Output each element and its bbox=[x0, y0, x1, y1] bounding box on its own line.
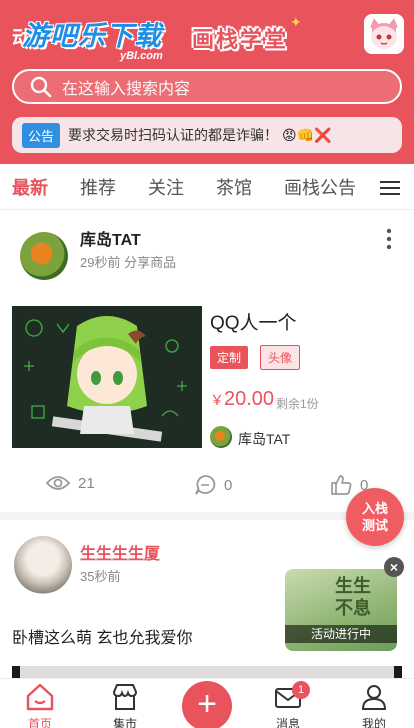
nav-mine[interactable]: 我的 bbox=[344, 679, 404, 728]
menu-icon[interactable] bbox=[380, 180, 400, 196]
tab-announcements[interactable]: 画栈公告 bbox=[284, 174, 356, 200]
brand-logo: 画栈学堂 bbox=[192, 27, 289, 52]
stock-remaining: 剩余1份 bbox=[276, 397, 319, 411]
comments-stat[interactable]: 0 bbox=[194, 474, 232, 496]
post-card[interactable]: 库岛TAT 29秒前 分享商品 QQ人一个 定制 头像 ￥20.00 剩余1份 … bbox=[0, 210, 414, 516]
event-promo-card[interactable]: 生生 不息 活动进行中 bbox=[285, 569, 397, 651]
more-options-icon[interactable] bbox=[386, 228, 392, 250]
tab-teahouse[interactable]: 茶馆 bbox=[216, 174, 252, 200]
post-meta: 29秒前 分享商品 bbox=[80, 255, 177, 270]
bottom-nav: 首页 集市 + 消息 1 我的 bbox=[0, 678, 414, 728]
thumbs-up-icon bbox=[331, 475, 352, 495]
tag-custom: 定制 bbox=[210, 346, 249, 369]
notice-badge: 公告 bbox=[22, 122, 61, 148]
close-icon[interactable]: × bbox=[384, 557, 404, 577]
join-test-line2: 测试 bbox=[361, 518, 388, 533]
search-placeholder: 在这输入搜索内容 bbox=[62, 80, 191, 98]
nav-market-label: 集市 bbox=[112, 717, 137, 728]
product-price: ￥20.00 bbox=[210, 388, 274, 411]
search-bar[interactable]: 在这输入搜索内容 bbox=[12, 69, 402, 104]
notice-banner[interactable]: 公告 要求交易时扫码认证的都是诈骗！ 😡👊❌ bbox=[12, 117, 402, 153]
notice-text: 要求交易时扫码认证的都是诈骗！ bbox=[68, 127, 279, 143]
promo-art-line2: 不息 bbox=[335, 598, 371, 618]
comment-icon bbox=[195, 475, 216, 495]
nav-mine-label: 我的 bbox=[361, 717, 386, 728]
add-post-button[interactable]: + bbox=[182, 681, 232, 728]
tab-following[interactable]: 关注 bbox=[148, 174, 184, 200]
promo-status: 活动进行中 bbox=[285, 625, 397, 643]
seller-name[interactable]: 库岛TAT bbox=[238, 429, 290, 449]
nav-home[interactable]: 首页 bbox=[10, 679, 70, 728]
views-count: 21 bbox=[78, 474, 95, 492]
eye-icon bbox=[46, 476, 70, 490]
avatar[interactable] bbox=[14, 536, 72, 594]
watermark-logo: 游吧乐下载 bbox=[22, 21, 162, 51]
promo-art-line1: 生生 bbox=[335, 576, 371, 596]
sparkle-icon: ✦ bbox=[290, 14, 302, 30]
currency-symbol: ￥ bbox=[210, 392, 224, 408]
notice-emoji: 😡👊❌ bbox=[282, 126, 332, 143]
search-icon bbox=[30, 76, 52, 97]
post-text[interactable]: 卧槽这么萌 玄也允我爱你 bbox=[12, 624, 192, 648]
watermark-sub: yBl.com bbox=[120, 50, 163, 62]
tag-avatar: 头像 bbox=[260, 345, 301, 370]
tab-latest[interactable]: 最新 bbox=[12, 174, 48, 200]
home-icon bbox=[26, 683, 54, 711]
avatar[interactable] bbox=[20, 232, 68, 280]
product-thumbnail[interactable] bbox=[12, 306, 202, 448]
app-screen: 动 游吧乐下载 yBl.com 画栈学堂 ✦ 在这输入搜索内容 公告 要求交易时… bbox=[0, 0, 414, 728]
post-username[interactable]: 库岛TAT bbox=[80, 226, 141, 250]
seller-avatar[interactable] bbox=[210, 426, 232, 448]
nav-market[interactable]: 集市 bbox=[95, 679, 155, 728]
messages-badge: 1 bbox=[292, 681, 310, 699]
join-test-button[interactable]: 入栈 测试 bbox=[346, 488, 404, 546]
comments-count: 0 bbox=[224, 476, 233, 494]
header: 动 游吧乐下载 yBl.com 画栈学堂 ✦ 在这输入搜索内容 公告 要求交易时… bbox=[0, 0, 414, 164]
price-value: 20.00 bbox=[224, 388, 275, 410]
anime-avatar-icon[interactable] bbox=[364, 14, 404, 54]
join-test-line1: 入栈 bbox=[361, 501, 388, 516]
nav-messages-label: 消息 bbox=[275, 717, 300, 728]
product-title[interactable]: QQ人一个 bbox=[210, 308, 297, 335]
promo-art-text: 生生 不息 bbox=[335, 575, 371, 619]
shop-icon bbox=[112, 684, 138, 710]
feed-tabs: 最新 推荐 关注 茶馆 画栈公告 bbox=[0, 164, 414, 210]
tab-recommended[interactable]: 推荐 bbox=[80, 174, 116, 200]
views-stat[interactable]: 21 bbox=[46, 474, 95, 492]
user-icon bbox=[361, 685, 387, 710]
post-username[interactable]: 生生生生厦 bbox=[80, 540, 160, 564]
nav-home-label: 首页 bbox=[27, 717, 52, 728]
post-meta: 35秒前 bbox=[80, 569, 121, 584]
